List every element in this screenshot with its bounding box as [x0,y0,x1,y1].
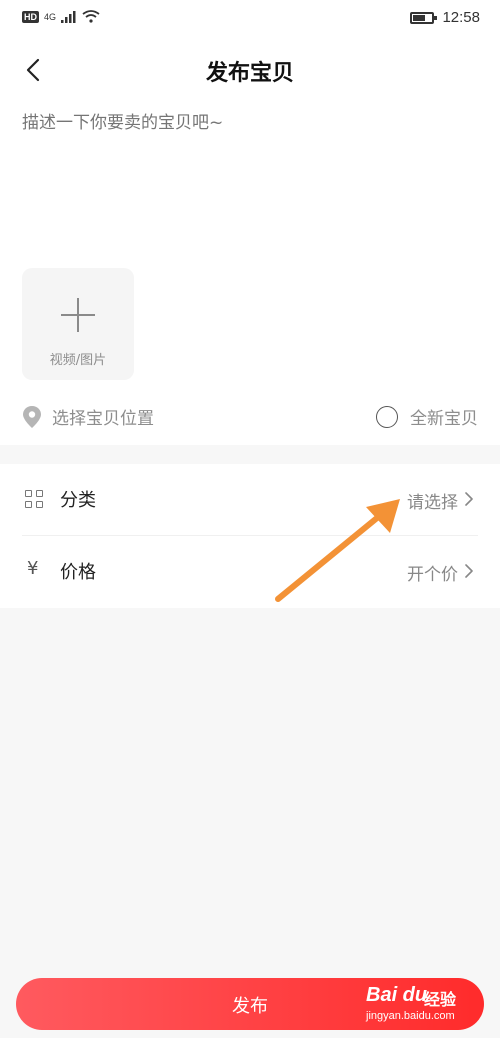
signal-icon [61,10,76,23]
location-picker[interactable]: 选择宝贝位置 [22,404,154,429]
wifi-icon [82,10,100,23]
description-input[interactable] [22,108,478,248]
battery-icon [410,11,438,24]
add-media-label: 视频/图片 [49,353,107,368]
options-list: 分类 请选择 ¥ 价格 开个价 [0,464,500,608]
yen-icon: ¥ [27,558,39,579]
page-title: 发布宝贝 [205,61,294,86]
price-label: 价格 [60,562,96,583]
watermark-url: jingyan.baidu.com [366,1010,455,1022]
status-right: 12:58 [410,9,480,26]
category-row[interactable]: 分类 请选择 [0,464,500,536]
radio-circle-icon [376,405,398,428]
watermark-name: 经验 [424,992,457,1009]
add-media-button[interactable]: 视频/图片 [22,268,134,380]
chevron-right-icon [465,492,473,506]
brand-new-toggle[interactable]: 全新宝贝 [376,404,478,429]
status-left: HD 4G [22,10,100,23]
category-label: 分类 [60,490,96,511]
price-value: 开个价 [407,565,458,585]
brand-new-label: 全新宝贝 [410,409,478,429]
status-bar: HD 4G 12:58 [0,0,500,38]
baidu-watermark: Bai du 经验 jingyan.baidu.com [366,984,478,1028]
hd-badge: HD [22,10,39,23]
watermark-logo: Bai du [366,984,428,1006]
chevron-right-icon [465,564,473,578]
category-value: 请选择 [407,493,458,513]
plus-icon [61,298,95,332]
status-time: 12:58 [442,9,480,26]
price-row[interactable]: ¥ 价格 开个价 [0,536,500,608]
nav-bar: 发布宝贝 [0,40,500,100]
location-label: 选择宝贝位置 [52,409,154,429]
grid-icon [25,490,45,510]
location-pin-icon [23,405,41,428]
network-label: 4G [44,11,57,22]
